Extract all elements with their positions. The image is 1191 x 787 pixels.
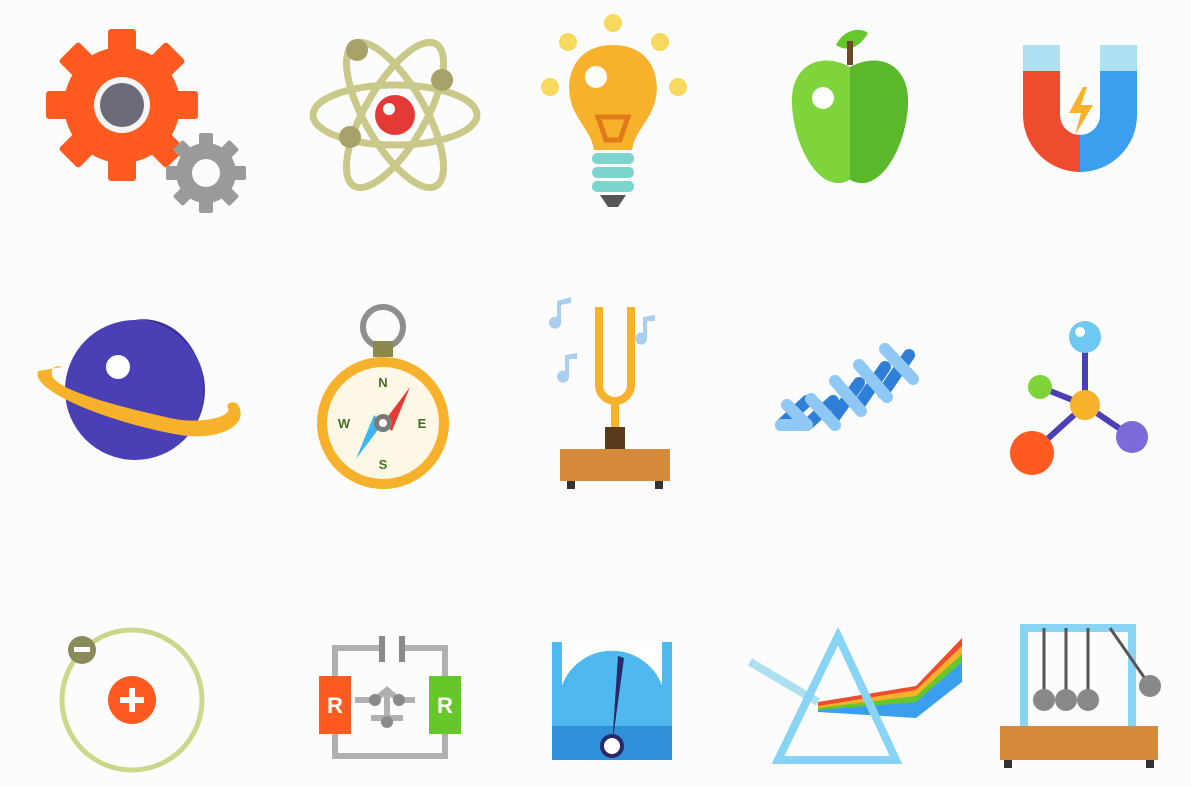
charge-orbit-icon <box>15 545 245 775</box>
compass-north-label: N <box>378 375 387 390</box>
magnet-icon <box>960 0 1190 230</box>
gears-icon <box>5 0 246 230</box>
circuit-icon: R R <box>270 545 500 775</box>
apple-icon <box>735 0 965 230</box>
compass-east-label: E <box>418 416 427 431</box>
compass-west-label: W <box>338 416 351 431</box>
resistor-right-label: R <box>437 693 453 718</box>
compass-south-label: S <box>379 457 388 472</box>
molecule-icon <box>965 270 1191 500</box>
atom-icon <box>275 0 505 230</box>
resistor-left-label: R <box>327 693 343 718</box>
science-icon-grid: N S E W R R <box>0 0 1191 787</box>
gauge-meter-icon <box>495 545 725 775</box>
spring-icon <box>730 270 960 500</box>
compass-icon: N S E W <box>265 270 495 500</box>
light-bulb-icon <box>505 0 735 230</box>
newtons-cradle-icon <box>955 545 1185 775</box>
tuning-fork-icon <box>500 270 730 500</box>
planet-icon <box>15 270 245 500</box>
prism-icon <box>735 545 965 775</box>
